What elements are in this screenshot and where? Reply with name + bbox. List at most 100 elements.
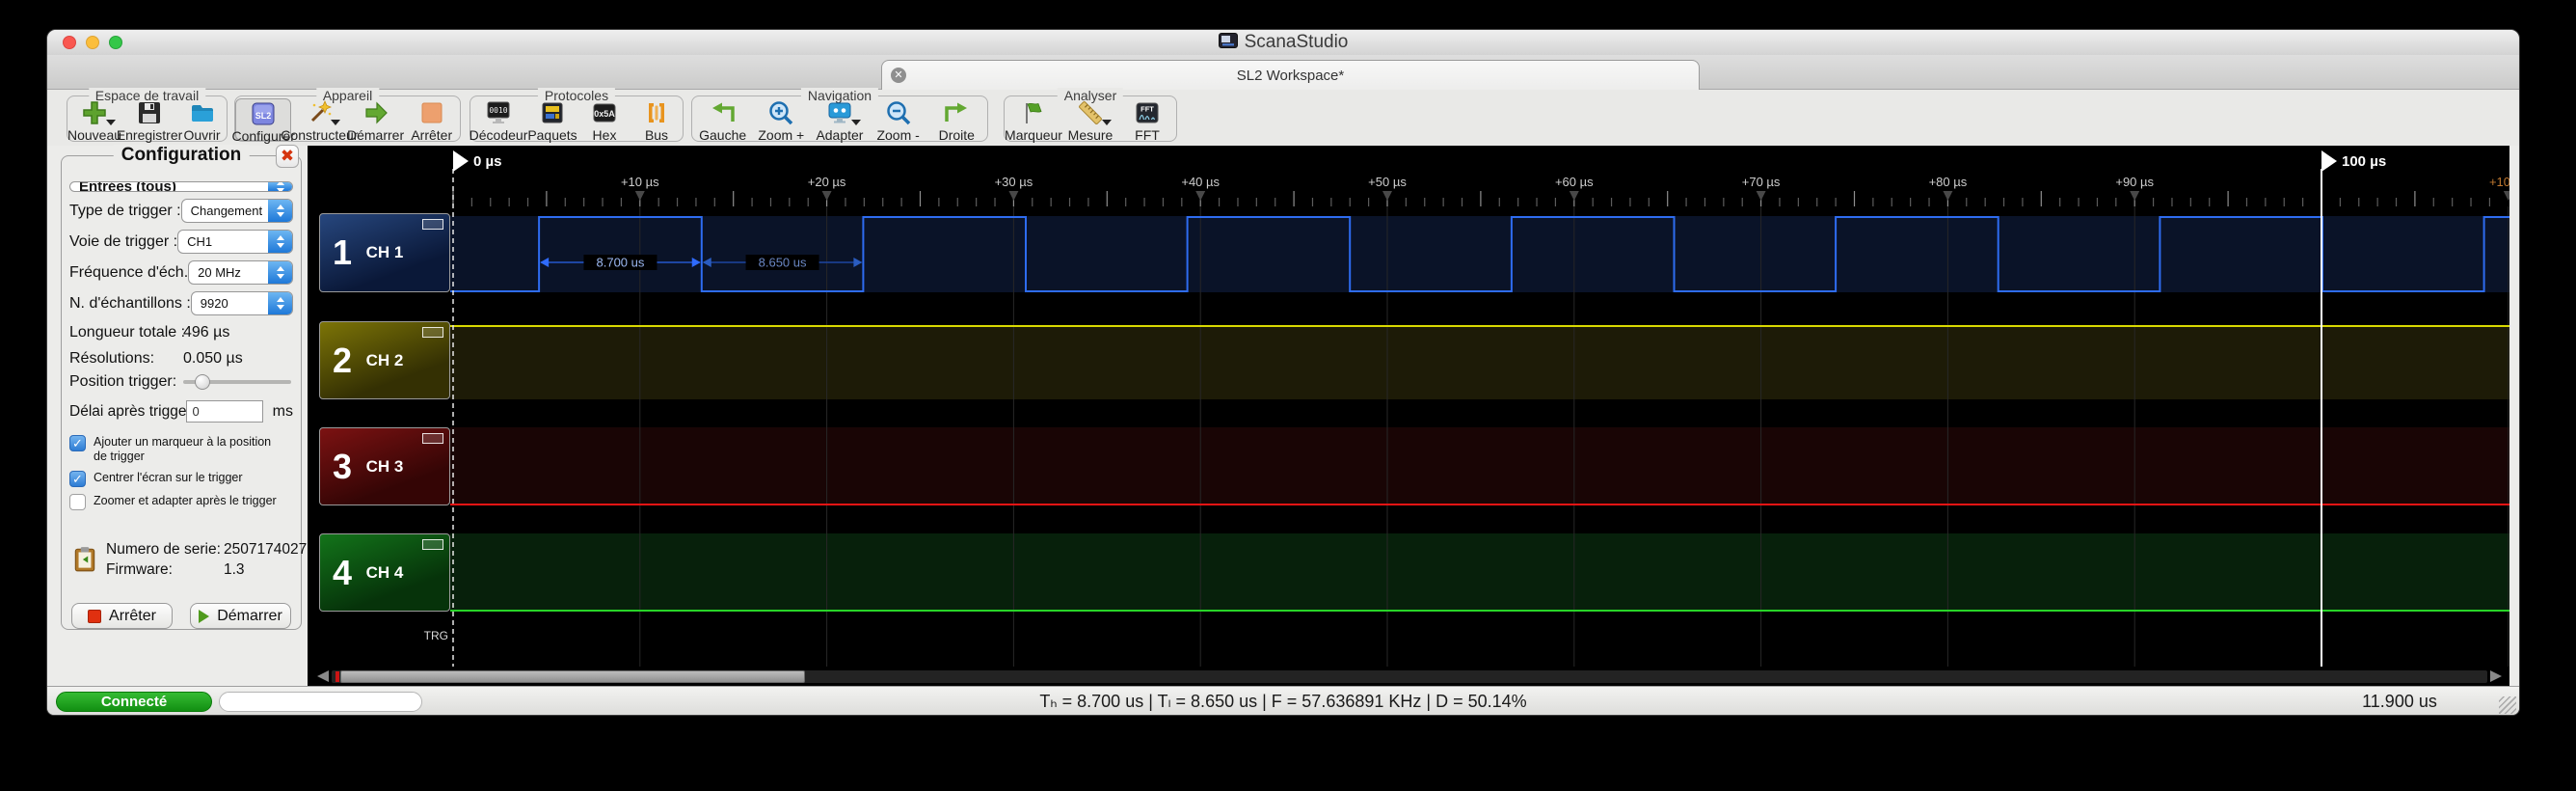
title-bar: ScanaStudio: [47, 30, 2519, 56]
resize-grip[interactable]: [2499, 696, 2516, 714]
toolbar-button-droite[interactable]: Droite: [928, 98, 984, 143]
toolbar-button-fft[interactable]: FFT FFT: [1119, 98, 1175, 143]
sample-rate-select[interactable]: 20 MHz: [188, 260, 293, 285]
trg-label: TRG: [424, 629, 448, 642]
zoom-in-icon: [766, 99, 795, 126]
toolbar-button-zoom-+[interactable]: Zoom +: [753, 98, 809, 143]
toolbar-button-label: Gauche: [699, 127, 747, 143]
fit-screen-icon: [825, 99, 861, 126]
save-floppy-icon: [135, 99, 164, 126]
toolbar-button-adapter[interactable]: Adapter: [812, 98, 868, 143]
input-source-select[interactable]: Entrées (tous): [69, 181, 293, 192]
toolbar-button-hex[interactable]: 0x5A Hex: [578, 98, 631, 143]
checkbox-row-zoomfit: Zoomer et adapter après le trigger: [69, 494, 293, 510]
toolbar-button-label: Marqueur: [1005, 127, 1062, 143]
waveform-view[interactable]: +10 µs +20 µs +30 µs +40 µs +50 µs +60 µs +70 …: [308, 146, 2509, 686]
trigger-type-row: Type de trigger : Changement: [69, 199, 293, 223]
toolbar-button-label: Mesure: [1067, 127, 1114, 143]
stop-square-icon: [417, 99, 446, 126]
channel-minimize-icon[interactable]: [422, 433, 443, 444]
toolbar-button-arr-ter[interactable]: Arrêter: [404, 98, 460, 143]
toolbar-button-d-codeur[interactable]: 0010 Décodeur: [469, 98, 528, 143]
svg-text:0x5A: 0x5A: [594, 109, 615, 119]
scrollbar-thumb[interactable]: [340, 670, 805, 683]
trigger-position-mark: [335, 671, 339, 682]
scroll-left-arrow-icon[interactable]: [317, 670, 329, 682]
dropdown-arrow-icon[interactable]: [106, 120, 117, 125]
toolbar-button-enregistrer[interactable]: Enregistrer: [117, 98, 182, 143]
screen: { "window": { "title": "ScanaStudio" }, …: [0, 0, 2576, 791]
spinner-icon: [268, 200, 292, 222]
toolbar-button-label: Décodeur: [469, 127, 528, 143]
center-screen-checkbox[interactable]: ✓: [69, 471, 86, 487]
toolbar-button-mesure[interactable]: Mesure: [1062, 98, 1118, 143]
svg-text:FFT: FFT: [1140, 105, 1154, 114]
toolbar-button-label: Paquets: [527, 127, 577, 143]
channel-band-4: [450, 533, 2509, 612]
stop-button[interactable]: Arrêter: [71, 603, 173, 629]
packets-icon: [538, 99, 567, 126]
panel-close-button[interactable]: ✖: [276, 145, 299, 168]
panel-title: Configuration: [113, 145, 250, 166]
measure-low-label: 8.650 us: [759, 256, 807, 270]
horizontal-scrollbar[interactable]: [317, 670, 2502, 683]
toolbar-button-zoom--[interactable]: Zoom -: [871, 98, 926, 143]
toolbar-button-marqueur[interactable]: Marqueur: [1005, 98, 1062, 143]
add-marker-checkbox[interactable]: ✓: [69, 435, 86, 451]
toolbar-button-paquets[interactable]: Paquets: [526, 98, 578, 143]
trigger-channel-row: Voie de trigger : CH1: [69, 230, 293, 254]
workspace-tab[interactable]: ✕ SL2 Workspace*: [881, 60, 1700, 90]
status-bar: Connecté Tₕ = 8.700 us | Tₗ = 8.650 us |…: [47, 686, 2519, 715]
dropdown-arrow-icon[interactable]: [850, 120, 861, 125]
trigger-delay-input[interactable]: 0: [186, 400, 263, 423]
channel-number: 4: [333, 552, 353, 592]
ruler-label: +20 µs: [808, 175, 846, 189]
marker-flag[interactable]: [2321, 150, 2337, 172]
channel-card-1[interactable]: CH 11: [319, 213, 450, 292]
slider-knob[interactable]: [195, 374, 210, 390]
ruler-label: +50 µs: [1368, 175, 1407, 189]
bus-icon: [642, 99, 671, 126]
serial-number: 2507174027: [224, 540, 308, 558]
ruler-label-pointer: [1756, 191, 1766, 201]
trigger-position-slider[interactable]: [183, 370, 293, 394]
trigger-channel-select[interactable]: CH1: [177, 230, 293, 254]
zoom-fit-checkbox[interactable]: [69, 494, 86, 510]
spinner-icon: [268, 231, 292, 253]
dropdown-arrow-icon[interactable]: [1102, 120, 1112, 125]
dropdown-arrow-icon[interactable]: [331, 120, 341, 125]
channel-minimize-icon[interactable]: [422, 539, 443, 550]
channel-card-4[interactable]: CH 44: [319, 533, 450, 612]
toolbar-button-constructeur[interactable]: Constructeur: [281, 98, 358, 143]
toolbar-button-label: Droite: [938, 127, 975, 143]
panel-buttons: Arrêter Démarrer: [69, 603, 293, 629]
channel-card-2[interactable]: CH 22: [319, 321, 450, 399]
trigger-flag[interactable]: [453, 150, 469, 172]
nav-left-icon: [709, 99, 738, 126]
scroll-right-arrow-icon[interactable]: [2490, 670, 2502, 682]
toolbar-button-d-marrer[interactable]: Démarrer: [347, 98, 404, 143]
start-arrow-icon: [362, 99, 390, 126]
toolbar-button-gauche[interactable]: Gauche: [695, 98, 751, 143]
trigger-type-select[interactable]: Changement: [180, 199, 293, 223]
toolbar-button-bus[interactable]: Bus: [631, 98, 683, 143]
tab-label: SL2 Workspace*: [1236, 67, 1345, 84]
channel-minimize-icon[interactable]: [422, 219, 443, 230]
ruler-label: +30 µs: [995, 175, 1033, 189]
input-source-value: Entrées (tous): [79, 181, 176, 192]
sample-count-select[interactable]: 9920: [190, 291, 293, 315]
channel-minimize-icon[interactable]: [422, 327, 443, 338]
toolbar-button-label: Arrêter: [411, 127, 453, 143]
ruler-label: +90 µs: [2115, 175, 2154, 189]
nav-right-icon: [942, 99, 971, 126]
toolbar-button-ouvrir[interactable]: Ouvrir: [177, 98, 227, 143]
toolbar-button-label: Bus: [644, 127, 669, 143]
start-button[interactable]: Démarrer: [190, 603, 291, 629]
config-column: Configuration ✖ Entrées (tous) Type de t…: [47, 145, 308, 686]
channel-card-3[interactable]: CH 33: [319, 427, 450, 505]
channel-number: 3: [333, 446, 353, 486]
new-plus-icon: [80, 99, 117, 126]
svg-text:0010: 0010: [489, 106, 507, 115]
ruler-label: +80 µs: [1929, 175, 1968, 189]
toolbar-button-nouveau[interactable]: Nouveau: [67, 98, 121, 143]
